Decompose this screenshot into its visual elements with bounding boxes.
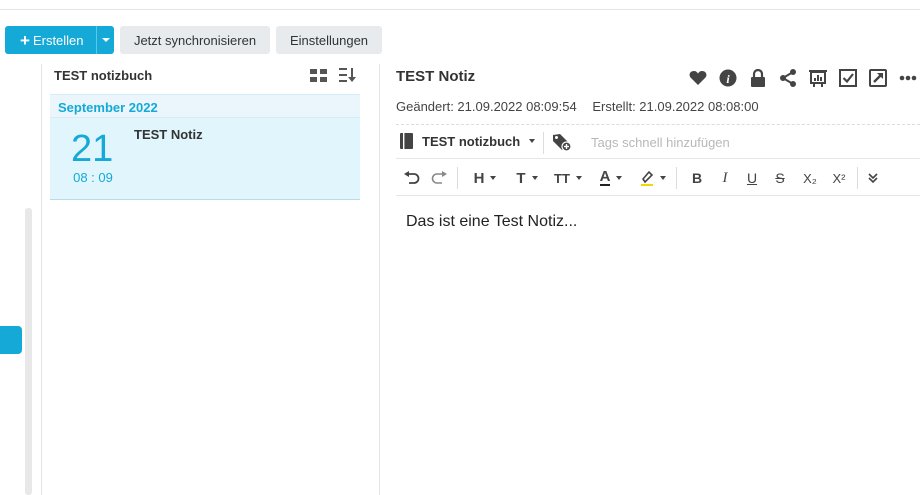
plus-icon: + (20, 30, 30, 50)
strikethrough-button[interactable]: S (771, 169, 789, 187)
chevron-down-icon (490, 176, 497, 180)
chevron-down-icon (531, 176, 538, 180)
info-icon[interactable]: i (713, 68, 743, 88)
bold-button[interactable]: B (688, 169, 706, 187)
heading-dropdown[interactable]: H (469, 169, 501, 187)
notebook-title: TEST notizbuch (54, 68, 153, 83)
more-icon[interactable] (893, 68, 920, 88)
create-dropdown-button[interactable] (96, 26, 114, 54)
chevron-down-icon (529, 139, 536, 143)
highlight-dropdown[interactable] (637, 169, 669, 187)
sort-icon[interactable] (339, 67, 357, 83)
underline-label: U (746, 170, 758, 186)
create-button-group[interactable]: + Erstellen (5, 26, 114, 54)
divider (857, 167, 858, 189)
divider (396, 124, 920, 125)
chevron-down-icon (575, 176, 582, 180)
italic-button[interactable]: I (716, 169, 734, 187)
checkbox-icon[interactable] (833, 68, 863, 88)
note-heading: TEST Notiz (396, 68, 476, 85)
double-chevron-down-icon (868, 173, 878, 184)
undo-button[interactable] (403, 169, 421, 187)
superscript-label: X² (832, 170, 846, 186)
text-color-label: A (599, 168, 611, 186)
strikethrough-label: S (775, 170, 785, 186)
create-button[interactable]: + Erstellen (5, 26, 96, 54)
notebook-picker[interactable]: TEST notizbuch (400, 133, 536, 149)
add-tag-icon[interactable] (552, 133, 572, 155)
note-meta: Geändert: 21.09.2022 08:09:54 Erstellt: … (396, 99, 771, 114)
created-date: Erstellt: 21.09.2022 08:08:00 (592, 99, 759, 114)
subscript-button[interactable]: X₂ (799, 169, 821, 187)
redo-button[interactable] (430, 169, 448, 187)
divider (543, 132, 544, 154)
notebook-picker-label: TEST notizbuch (422, 133, 521, 149)
list-item[interactable]: 21 08 : 09 TEST Notiz (50, 118, 360, 200)
chevron-down-icon (101, 38, 110, 42)
month-header: September 2022 (50, 94, 360, 118)
external-icon[interactable] (863, 68, 893, 88)
settings-button[interactable]: Einstellungen (276, 26, 382, 54)
font-label: T (516, 169, 526, 187)
font-size-label: TT (554, 170, 570, 186)
month-label: September 2022 (58, 100, 158, 115)
chevron-down-icon (660, 176, 666, 180)
note-day: 21 (71, 128, 114, 170)
notebook-icon (400, 133, 413, 149)
bold-label: B (691, 170, 703, 186)
column-divider (379, 64, 380, 495)
lock-icon[interactable] (743, 68, 773, 88)
font-dropdown[interactable]: T (511, 169, 543, 187)
heart-icon[interactable] (683, 68, 713, 88)
note-title: TEST Notiz (134, 127, 203, 142)
share-icon[interactable] (773, 68, 803, 88)
rail-divider (41, 64, 42, 495)
divider (396, 195, 920, 196)
text-color-dropdown[interactable]: A (595, 169, 627, 187)
more-tools-button[interactable] (864, 169, 882, 187)
sidebar-toggle-tab[interactable] (0, 326, 22, 354)
divider (457, 167, 458, 189)
divider (396, 158, 920, 159)
undo-icon (404, 171, 420, 184)
superscript-button[interactable]: X² (828, 169, 850, 187)
grid-icon[interactable] (310, 69, 327, 83)
presentation-icon[interactable] (803, 68, 833, 88)
heading-label: H (473, 169, 485, 187)
top-divider (0, 9, 920, 10)
modified-date: Geändert: 21.09.2022 08:09:54 (396, 99, 577, 114)
sync-button[interactable]: Jetzt synchronisieren (120, 26, 270, 54)
subscript-label: X₂ (803, 170, 817, 186)
tags-input[interactable]: Tags schnell hinzufügen (591, 135, 730, 150)
divider (676, 167, 677, 189)
redo-icon (431, 171, 447, 184)
font-size-dropdown[interactable]: TT (551, 169, 585, 187)
create-button-label: Erstellen (32, 32, 84, 48)
note-content[interactable]: Das ist eine Test Notiz... (406, 213, 577, 231)
highlighter-icon (641, 170, 654, 186)
italic-label: I (722, 169, 728, 186)
underline-button[interactable]: U (743, 169, 761, 187)
chevron-down-icon (616, 176, 623, 180)
sidebar-scrollbar[interactable] (25, 208, 32, 495)
note-time: 08 : 09 (73, 170, 113, 185)
